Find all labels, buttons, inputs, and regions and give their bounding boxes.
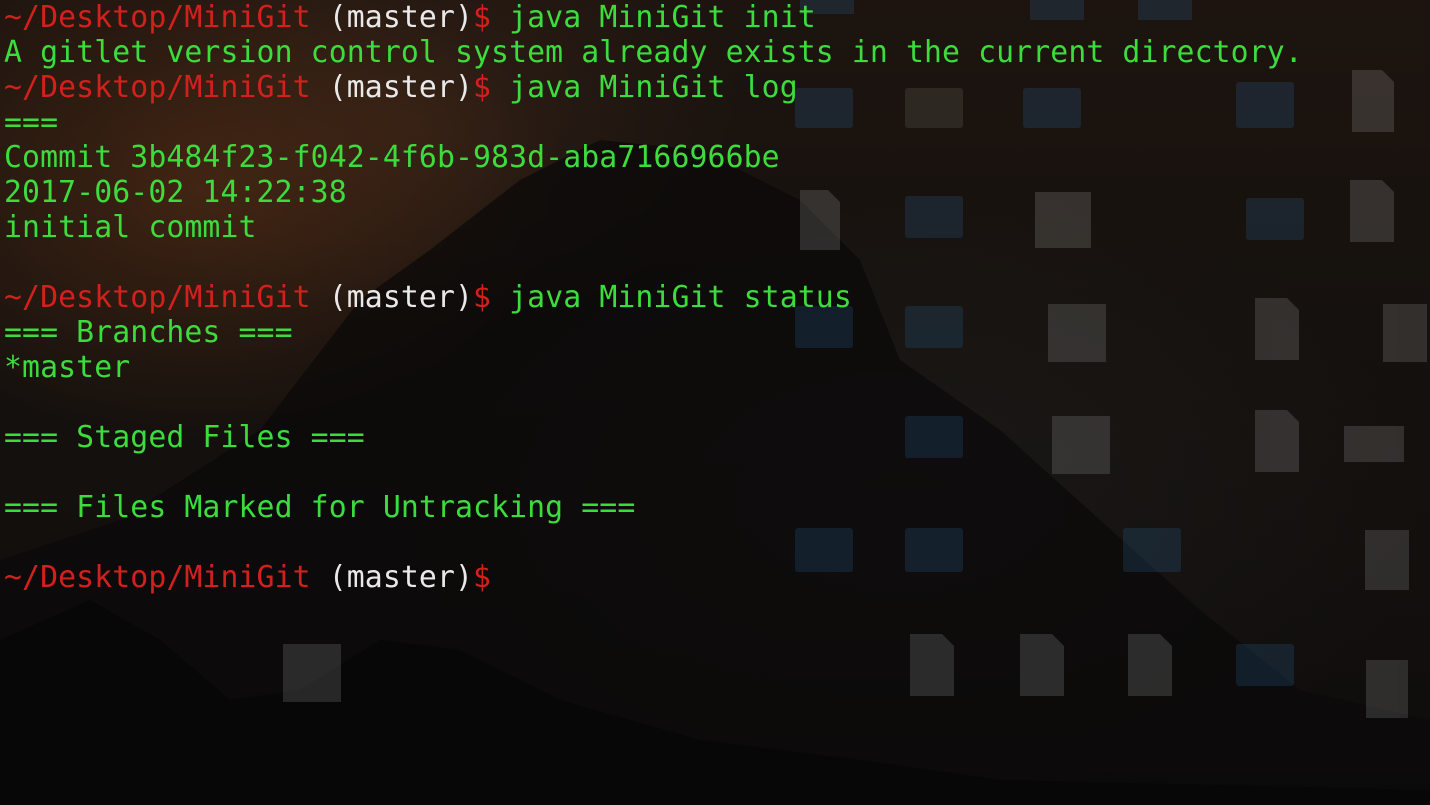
output-line: === Staged Files === xyxy=(4,420,1303,455)
prompt-line: ~/Desktop/MiniGit (master)$ java MiniGit… xyxy=(4,0,1303,35)
prompt-path: ~/Desktop/MiniGit xyxy=(4,560,311,595)
output-line: === xyxy=(4,105,1303,140)
output-text: 2017-06-02 14:22:38 xyxy=(4,175,347,210)
output-line: 2017-06-02 14:22:38 xyxy=(4,175,1303,210)
prompt-branch: (master) xyxy=(310,70,474,105)
desktop-screen: ~/Desktop/MiniGit (master)$ java MiniGit… xyxy=(0,0,1430,805)
prompt-line: ~/Desktop/MiniGit (master)$ java MiniGit… xyxy=(4,70,1303,105)
prompt-branch: (master) xyxy=(310,280,474,315)
output-text: === Staged Files === xyxy=(4,420,365,455)
prompt-line: ~/Desktop/MiniGit (master)$ xyxy=(4,560,1303,595)
output-line: *master xyxy=(4,350,1303,385)
command-text: java MiniGit log xyxy=(491,70,798,105)
output-text: === xyxy=(4,105,59,140)
output-line: A gitlet version control system already … xyxy=(4,35,1303,70)
output-text: Commit 3b484f23-f042-4f6b-983d-aba716696… xyxy=(4,140,780,175)
prompt-symbol: $ xyxy=(473,280,492,315)
command-text: java MiniGit init xyxy=(491,0,816,35)
output-text: initial commit xyxy=(4,210,257,245)
prompt-branch: (master) xyxy=(310,0,474,35)
output-line: === Branches === xyxy=(4,315,1303,350)
output-text: *master xyxy=(4,350,131,385)
command-text: java MiniGit status xyxy=(491,280,852,315)
output-text: A gitlet version control system already … xyxy=(4,35,1303,70)
prompt-path: ~/Desktop/MiniGit xyxy=(4,0,311,35)
prompt-symbol: $ xyxy=(473,560,492,595)
prompt-branch: (master) xyxy=(310,560,474,595)
terminal-output[interactable]: ~/Desktop/MiniGit (master)$ java MiniGit… xyxy=(4,0,1303,595)
prompt-line: ~/Desktop/MiniGit (master)$ java MiniGit… xyxy=(4,280,1303,315)
prompt-path: ~/Desktop/MiniGit xyxy=(4,280,311,315)
output-text: === Files Marked for Untracking === xyxy=(4,490,636,525)
output-line: === Files Marked for Untracking === xyxy=(4,490,1303,525)
output-text: === Branches === xyxy=(4,315,293,350)
output-line: initial commit xyxy=(4,210,1303,245)
prompt-symbol: $ xyxy=(473,70,492,105)
prompt-path: ~/Desktop/MiniGit xyxy=(4,70,311,105)
output-line: Commit 3b484f23-f042-4f6b-983d-aba716696… xyxy=(4,140,1303,175)
prompt-symbol: $ xyxy=(473,0,492,35)
